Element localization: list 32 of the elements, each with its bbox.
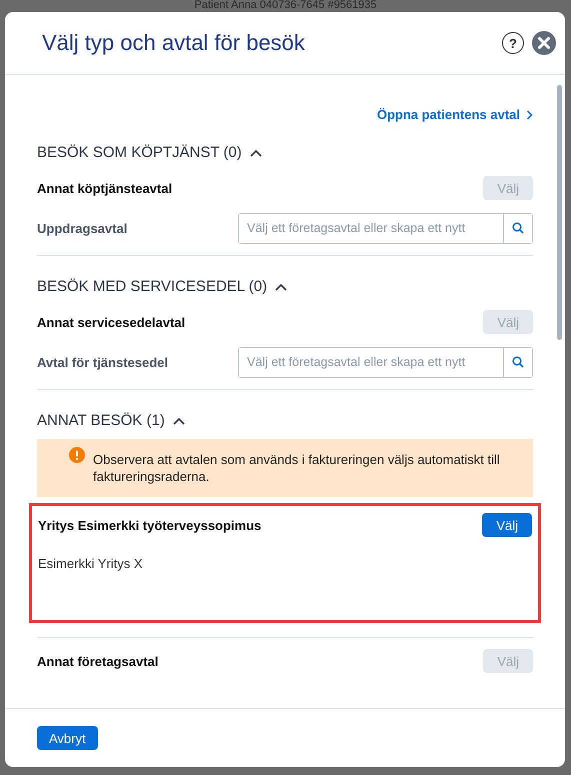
agreement-search-field[interactable]: Välj ett företagsavtal eller skapa ett nytt bbox=[238, 346, 533, 378]
cancel-button[interactable]: Avbryt bbox=[37, 726, 98, 750]
chevron-up-icon[interactable] bbox=[250, 148, 262, 156]
section-heading: BESÖK MED SERVICESEDEL (0) bbox=[37, 278, 268, 295]
warning-icon bbox=[69, 447, 85, 463]
open-agreements-link[interactable]: Öppna patientens avtal bbox=[376, 107, 533, 122]
chevron-right-icon bbox=[526, 110, 533, 120]
dialog-title: Välj typ och avtal för besök bbox=[42, 30, 306, 56]
close-button[interactable] bbox=[531, 30, 557, 56]
option-label: Annat servicesedelavtal bbox=[37, 314, 186, 330]
notice-text: Observera att avtalen som används i faktureringen väljs automatiskt till faktureringsraderna. bbox=[93, 451, 501, 485]
search-icon bbox=[512, 356, 524, 368]
chevron-up-icon[interactable] bbox=[172, 416, 185, 424]
search-icon bbox=[512, 222, 524, 234]
section-heading: ANNAT BESÖK (1) bbox=[37, 412, 165, 429]
chevron-up-icon[interactable] bbox=[275, 282, 288, 290]
agreement-title: Yritys Esimerkki työterveyssopimus bbox=[38, 518, 262, 532]
field-label: Uppdragsavtal bbox=[37, 220, 128, 236]
help-button[interactable]: ? bbox=[502, 32, 524, 54]
option-label: Annat köptjänsteavtal bbox=[37, 180, 172, 196]
agreement-card[interactable]: Yritys Esimerkki työterveyssopimus Välj Esimerkki Yritys X bbox=[29, 503, 541, 623]
section-heading: BESÖK SOM KÖPTJÄNST (0) bbox=[37, 144, 242, 161]
company-name: Esimerkki Yritys X bbox=[38, 556, 144, 571]
choose-button[interactable]: Välj bbox=[482, 513, 532, 537]
close-icon bbox=[531, 30, 557, 56]
field-label: Avtal för tjänstesedel bbox=[37, 354, 168, 370]
agreement-search-field[interactable]: Välj ett företagsavtal eller skapa ett nytt bbox=[238, 212, 533, 244]
search-button[interactable] bbox=[503, 214, 532, 242]
option-label: Annat företagsavtal bbox=[37, 654, 158, 668]
search-button[interactable] bbox=[503, 348, 532, 376]
scrollbar[interactable] bbox=[557, 85, 562, 340]
patient-header: Patient Anna 040736-7645 #9561935 bbox=[193, 0, 378, 11]
